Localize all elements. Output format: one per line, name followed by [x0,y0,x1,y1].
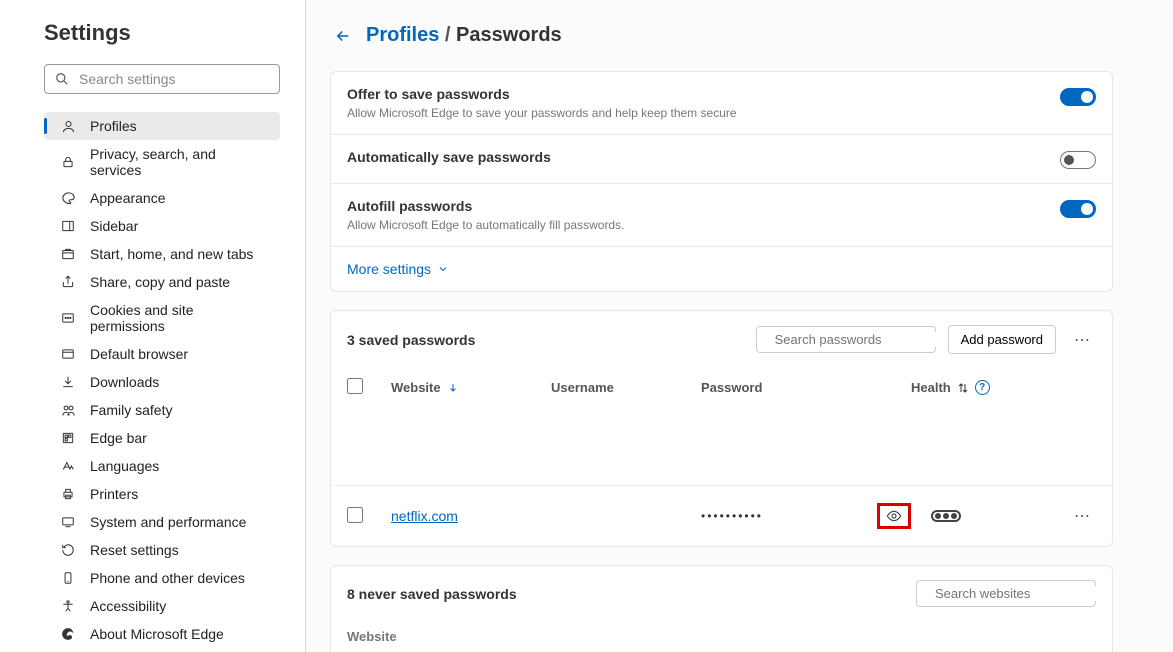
edgebar-icon [58,430,78,446]
cookies-icon [58,310,78,326]
auto-toggle[interactable] [1060,151,1096,169]
sort-down-icon[interactable] [447,382,459,394]
add-password-button[interactable]: Add password [948,325,1056,354]
share-icon [58,274,78,290]
download-icon [58,374,78,390]
autofill-desc: Allow Microsoft Edge to automatically fi… [347,218,1060,232]
nav-profiles[interactable]: Profiles [44,112,280,140]
settings-nav: Profiles Privacy, search, and services A… [44,112,280,648]
offer-save-row: Offer to save passwords Allow Microsoft … [331,72,1112,135]
password-masked: •••••••••• [701,509,763,523]
never-search-box[interactable] [916,580,1096,607]
settings-search-box[interactable] [44,64,280,94]
back-button[interactable] [334,27,352,45]
nav-share[interactable]: Share, copy and paste [44,268,280,296]
language-icon [58,458,78,474]
col-username[interactable]: Username [551,380,701,395]
breadcrumb: Profiles / Passwords [330,24,1113,47]
browser-icon [58,346,78,362]
breadcrumb-parent[interactable]: Profiles [366,24,439,46]
nav-edgebar[interactable]: Edge bar [44,424,280,452]
autofill-row: Autofill passwords Allow Microsoft Edge … [331,184,1112,247]
system-icon [58,514,78,530]
tabs-icon [58,246,78,262]
never-saved-card: 8 never saved passwords Website amazon.i… [330,565,1113,652]
chevron-down-icon [437,263,449,275]
saved-passwords-card: 3 saved passwords Add password ⋯ Website… [330,310,1113,547]
nav-downloads[interactable]: Downloads [44,368,280,396]
saved-count: 3 saved passwords [347,332,744,348]
more-settings-row: More settings [331,247,1112,291]
autofill-toggle[interactable] [1060,200,1096,218]
accessibility-icon [58,598,78,614]
password-row: netflix.com •••••••••• ⋯ [331,485,1112,546]
password-search-box[interactable] [756,326,936,353]
password-settings-card: Offer to save passwords Allow Microsoft … [330,71,1113,292]
lock-icon [58,154,78,170]
col-password[interactable]: Password [701,380,911,395]
nav-appearance[interactable]: Appearance [44,184,280,212]
nav-reset[interactable]: Reset settings [44,536,280,564]
row-more-button[interactable]: ⋯ [1068,502,1096,530]
breadcrumb-sep: / [445,24,451,46]
saved-header: 3 saved passwords Add password ⋯ [331,311,1112,368]
more-settings-link[interactable]: More settings [347,261,449,277]
auto-save-row: Automatically save passwords [331,135,1112,184]
auto-title: Automatically save passwords [347,149,1060,165]
nav-printers[interactable]: Printers [44,480,280,508]
settings-sidebar: Settings Profiles Privacy, search, and s… [0,0,306,652]
site-link[interactable]: netflix.com [391,508,458,524]
help-icon[interactable]: ? [975,380,990,395]
edge-icon [58,626,78,642]
appearance-icon [58,190,78,206]
printer-icon [58,486,78,502]
row-checkbox[interactable] [347,507,363,523]
password-search-input[interactable] [775,332,951,347]
saved-more-button[interactable]: ⋯ [1068,326,1096,354]
never-count: 8 never saved passwords [347,586,904,602]
offer-toggle[interactable] [1060,88,1096,106]
sort-icon[interactable] [957,382,969,394]
phone-icon [58,570,78,586]
nav-privacy[interactable]: Privacy, search, and services [44,140,280,184]
sidebar-icon [58,218,78,234]
eye-icon [886,508,902,524]
col-health[interactable]: Health [911,380,951,395]
nav-accessibility[interactable]: Accessibility [44,592,280,620]
family-icon [58,402,78,418]
col-website[interactable]: Website [391,380,441,395]
autofill-title: Autofill passwords [347,198,1060,214]
breadcrumb-current: Passwords [456,24,562,46]
nav-phone[interactable]: Phone and other devices [44,564,280,592]
nav-system[interactable]: System and performance [44,508,280,536]
nav-family[interactable]: Family safety [44,396,280,424]
nav-languages[interactable]: Languages [44,452,280,480]
never-col-website: Website [331,621,1112,652]
never-search-input[interactable] [935,586,1111,601]
search-icon [55,72,69,86]
nav-cookies[interactable]: Cookies and site permissions [44,296,280,340]
settings-search-input[interactable] [79,71,269,87]
health-indicator [931,510,961,522]
nav-about[interactable]: About Microsoft Edge [44,620,280,648]
offer-desc: Allow Microsoft Edge to save your passwo… [347,106,1060,120]
select-all-checkbox[interactable] [347,378,363,394]
profile-icon [58,118,78,134]
nav-start[interactable]: Start, home, and new tabs [44,240,280,268]
reset-icon [58,542,78,558]
nav-sidebar[interactable]: Sidebar [44,212,280,240]
reveal-password-button[interactable] [877,503,911,529]
nav-default-browser[interactable]: Default browser [44,340,280,368]
offer-title: Offer to save passwords [347,86,1060,102]
saved-table-header: Website Username Password Health ? [331,368,1112,415]
page-title: Settings [44,20,285,46]
main-content: Profiles / Passwords Offer to save passw… [306,0,1173,652]
never-header: 8 never saved passwords [331,566,1112,621]
